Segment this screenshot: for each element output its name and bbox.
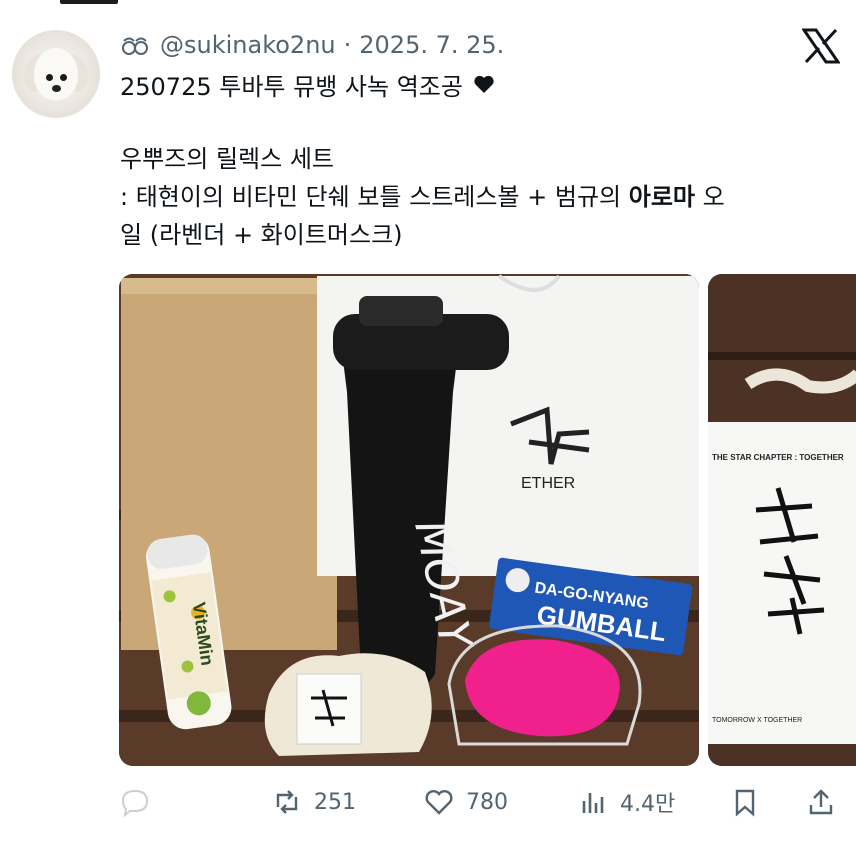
share-icon bbox=[809, 789, 833, 815]
body-bold-word: 아로마 bbox=[628, 183, 695, 211]
share-button[interactable] bbox=[806, 782, 836, 822]
headline-text: 250725 투바투 뮤뱅 사녹 역조공 bbox=[120, 72, 463, 101]
avatar-face bbox=[34, 48, 78, 100]
post-date[interactable]: 2025. 7. 25. bbox=[359, 31, 504, 59]
post-headline: 250725 투바투 뮤뱅 사녹 역조공 bbox=[120, 66, 495, 102]
avatar-eye bbox=[60, 74, 67, 81]
body-line-2: : 태현이의 비타민 단쉐 보틀 스트레스볼 + 범규의 아로마 오 bbox=[120, 178, 840, 216]
heart-icon bbox=[474, 75, 494, 93]
body-line-2-end: 오 bbox=[695, 183, 725, 211]
body-line-3: 일 (라벤더 + 화이트머스크) bbox=[120, 221, 403, 249]
post-header: @sukinako2nu · 2025. 7. 25. bbox=[120, 28, 504, 62]
author-handle[interactable]: @sukinako2nu bbox=[160, 31, 336, 59]
post-body: 우뿌즈의 릴렉스 세트 : 태현이의 비타민 단쉐 보틀 스트레스볼 + 범규의… bbox=[120, 140, 840, 254]
photo-2-scene: THE STAR CHAPTER : TOGETHER TOMORROW X T… bbox=[708, 274, 856, 766]
card-title: THE STAR CHAPTER : TOGETHER bbox=[712, 453, 844, 462]
body-line-2-text: : 태현이의 비타민 단쉐 보틀 스트레스볼 + 범규의 bbox=[120, 183, 629, 211]
post-photo-2[interactable]: THE STAR CHAPTER : TOGETHER TOMORROW X T… bbox=[708, 274, 856, 766]
views-button[interactable]: 4.4만 bbox=[578, 782, 675, 822]
reply-button[interactable] bbox=[120, 782, 162, 822]
avatar-nose bbox=[52, 85, 61, 92]
like-icon bbox=[425, 790, 453, 815]
card-footer: TOMORROW X TOGETHER bbox=[712, 717, 802, 724]
repost-count: 251 bbox=[314, 789, 356, 815]
avatar[interactable] bbox=[12, 30, 100, 118]
photo-1-scene: ETHER MOAY VitaMin DA-GO-NYANG GUMBALL bbox=[119, 274, 699, 766]
view-count: 4.4만 bbox=[620, 792, 676, 817]
bag-text: ETHER bbox=[521, 475, 575, 492]
photo-card bbox=[708, 422, 856, 744]
x-logo-icon[interactable] bbox=[802, 28, 840, 64]
body-line-1: 우뿌즈의 릴렉스 세트 bbox=[120, 145, 334, 173]
repost-icon bbox=[276, 790, 298, 814]
repost-indicator-icon bbox=[122, 37, 148, 55]
top-bar-remnant bbox=[60, 0, 118, 4]
separator: · bbox=[343, 31, 352, 59]
repost-button[interactable]: 251 bbox=[272, 782, 356, 822]
action-bar: 251 780 4.4만 bbox=[120, 782, 844, 822]
post-photo-1[interactable]: ETHER MOAY VitaMin DA-GO-NYANG GUMBALL bbox=[119, 274, 699, 766]
reply-icon bbox=[121, 789, 149, 817]
bookmark-button[interactable] bbox=[730, 782, 760, 822]
like-button[interactable]: 780 bbox=[424, 782, 508, 822]
bookmark-icon bbox=[735, 789, 755, 817]
like-count: 780 bbox=[466, 789, 508, 815]
avatar-eye bbox=[46, 74, 53, 81]
views-icon bbox=[582, 793, 604, 813]
